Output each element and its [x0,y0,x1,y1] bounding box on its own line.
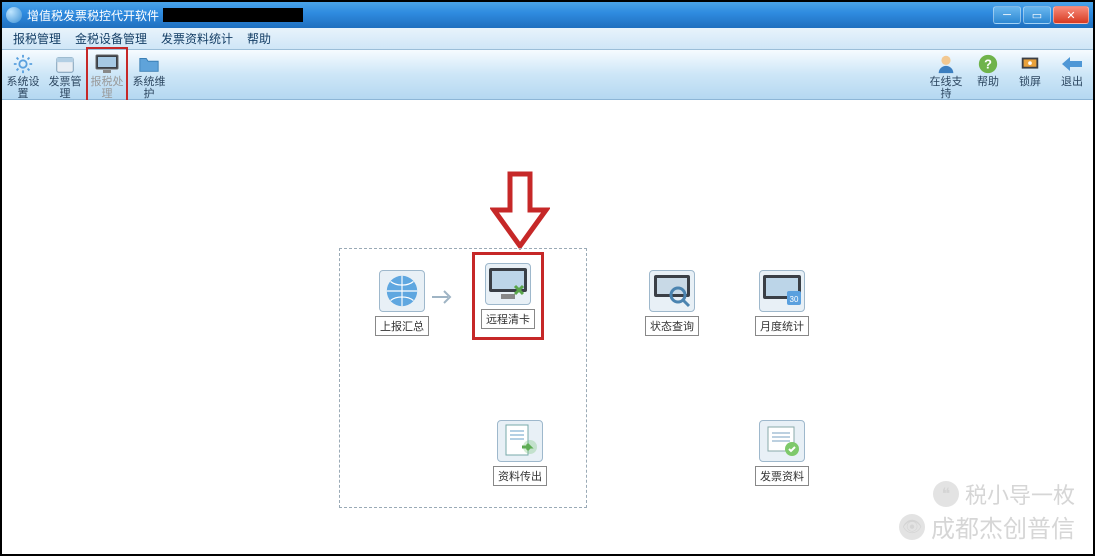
doc-export-icon [497,420,543,462]
menu-item-2[interactable]: 发票资料统计 [154,28,240,50]
doc-list-icon [759,420,805,462]
back-icon [1059,53,1085,75]
calendar-icon [52,53,78,75]
icon-label: 状态查询 [645,316,699,336]
toolbar-label: 帮助 [967,76,1009,88]
toolbar-system-maintain[interactable]: 系统维护 [128,49,170,100]
minimize-button[interactable]: ─ [993,6,1021,24]
search-monitor-icon [649,270,695,312]
monitor-date-icon: 30 [759,270,805,312]
folder-icon [136,53,162,75]
svg-text:30: 30 [790,295,799,304]
titlebar: 增值税发票税控代开软件 ─ ▭ ✕ [2,2,1093,28]
toolbar-label: 锁屏 [1009,76,1051,88]
watermark-text1: 税小导一枚 [965,478,1075,510]
toolbar-right-group: 在线支持 ? 帮助 锁屏 退出 [925,49,1093,100]
icon-label: 月度统计 [755,316,809,336]
gear-icon [10,53,36,75]
globe-icon [379,270,425,312]
watermark-line1: ❝ 税小导一枚 [933,478,1075,510]
toolbar-lock[interactable]: 锁屏 [1009,49,1051,100]
toolbar-label: 发票管理 [44,76,86,100]
toolbar-label: 退出 [1051,76,1093,88]
window-title: 增值税发票税控代开软件 [27,7,159,24]
watermark-line2: 👁 成都杰创普信 [899,509,1075,544]
icon-label: 发票资料 [755,466,809,486]
watermark-text2: 成都杰创普信 [931,509,1075,544]
app-icon [6,7,22,23]
toolbar-tax-process[interactable]: 报税处理 [86,47,128,102]
toolbar-help[interactable]: ? 帮助 [967,49,1009,100]
svg-text:?: ? [984,56,992,71]
maximize-button[interactable]: ▭ [1023,6,1051,24]
question-icon: ? [975,53,1001,75]
user-icon [933,53,959,75]
close-button[interactable]: ✕ [1053,6,1089,24]
icon-report-summary[interactable]: 上报汇总 [366,270,438,336]
icon-remote-clear[interactable]: 远程清卡 [472,252,544,340]
toolbar-label: 报税处理 [88,76,126,100]
icon-month-stat[interactable]: 30 月度统计 [746,270,818,336]
icon-status-query[interactable]: 状态查询 [636,270,708,336]
toolbar-system-settings[interactable]: 系统设置 [2,49,44,100]
icon-label: 远程清卡 [481,309,535,329]
menu-item-0[interactable]: 报税管理 [6,28,68,50]
menubar: 报税管理 金税设备管理 发票资料统计 帮助 [2,28,1093,50]
weibo-icon: 👁 [899,514,925,540]
toolbar-label: 在线支持 [925,76,967,100]
icon-label: 上报汇总 [375,316,429,336]
content-area: 上报汇总 远程清卡 状态查询 30 月度统计 资料传出 发票资料 ❝ 税小导一枚 [2,100,1093,554]
toolbar-label: 系统设置 [2,76,44,100]
toolbar-exit[interactable]: 退出 [1051,49,1093,100]
toolbar-left-group: 系统设置 发票管理 报税处理 系统维护 [2,49,170,100]
monitor-clear-icon [485,263,531,305]
toolbar-label: 系统维护 [128,76,170,100]
redacted-mask [163,8,303,22]
icon-invoice-data[interactable]: 发票资料 [746,420,818,486]
menu-item-3[interactable]: 帮助 [240,28,278,50]
arrow-annotation [490,170,550,253]
lock-icon [1017,53,1043,75]
monitor-icon [94,53,120,75]
toolbar-invoice-manage[interactable]: 发票管理 [44,49,86,100]
toolbar: 系统设置 发票管理 报税处理 系统维护 在线支持 [2,50,1093,100]
icon-label: 资料传出 [493,466,547,486]
icon-data-export[interactable]: 资料传出 [484,420,556,486]
toolbar-online-support[interactable]: 在线支持 [925,49,967,100]
wechat-icon: ❝ [933,481,959,507]
